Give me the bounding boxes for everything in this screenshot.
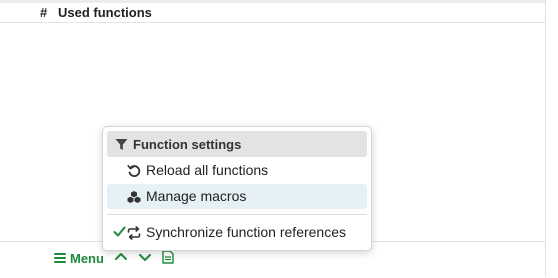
manage-macros-item[interactable]: Manage macros <box>107 184 367 209</box>
menu-button-label: Menu <box>70 250 104 266</box>
manage-macros-label: Manage macros <box>146 188 247 204</box>
popup-divider <box>107 214 367 215</box>
chevron-down-icon[interactable] <box>138 250 152 264</box>
hamburger-icon <box>54 253 66 263</box>
reload-all-functions-label: Reload all functions <box>146 162 269 178</box>
reload-all-functions-item[interactable]: Reload all functions <box>107 158 367 183</box>
chevron-up-icon[interactable] <box>114 250 128 264</box>
column-header-used-functions[interactable]: Used functions <box>58 5 152 20</box>
column-header-number[interactable]: # <box>40 5 47 20</box>
document-icon[interactable] <box>162 250 174 264</box>
popup-header-label: Function settings <box>133 136 242 152</box>
sync-icon <box>127 226 141 240</box>
filter-icon <box>115 138 128 150</box>
popup-header: Function settings <box>107 131 367 157</box>
checkmark-icon <box>113 226 126 237</box>
table-header: # Used functions <box>0 3 545 23</box>
macros-icon <box>127 191 141 203</box>
synchronize-function-references-item[interactable]: Synchronize function references <box>107 220 367 245</box>
synchronize-function-references-label: Synchronize function references <box>146 224 346 240</box>
menu-button[interactable]: Menu <box>54 249 104 267</box>
reload-icon <box>127 165 141 177</box>
function-settings-popup: Function settings Reload all functions M… <box>102 126 372 251</box>
